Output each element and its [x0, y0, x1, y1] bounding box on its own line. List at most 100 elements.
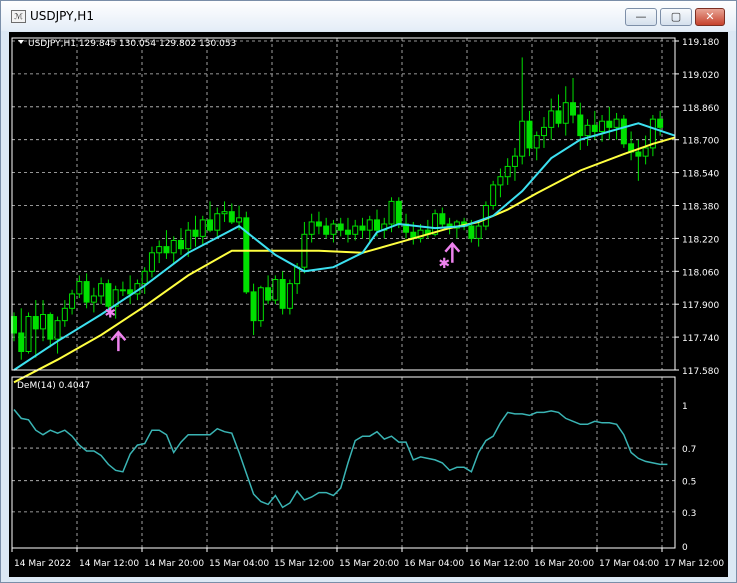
candle-body [599, 120, 606, 132]
candle-body [236, 217, 243, 223]
candle-body [591, 124, 598, 132]
candle-body [47, 313, 54, 340]
candle-body [490, 184, 497, 206]
title-bar[interactable]: ℳ USDJPY,H1 — ▢ ✕ [1, 1, 736, 31]
price-y-tick-label: 117.740 [682, 334, 719, 344]
x-tick-label: 16 Mar 20:00 [534, 559, 594, 569]
buy-arrow-icon [110, 330, 127, 352]
candle-body [323, 225, 330, 235]
candle-body [519, 120, 526, 157]
candle-body [613, 118, 620, 128]
price-y-tick-label: 119.020 [682, 71, 719, 81]
fast-ma-line [13, 122, 676, 371]
price-y-tick-label: 118.380 [682, 203, 719, 213]
price-y-tick-label: 119.180 [682, 38, 719, 48]
window-title: USDJPY,H1 [30, 9, 94, 23]
price-y-tick-label: 118.860 [682, 104, 719, 114]
signal-star: ✱ [104, 305, 116, 321]
candle-body [279, 279, 286, 309]
candle-body [18, 332, 25, 352]
candle-body [119, 289, 126, 292]
candle-body [25, 316, 32, 352]
candle-body [250, 291, 257, 322]
candle-body [475, 225, 482, 239]
candle-body [337, 223, 344, 231]
chart-menu-arrow-icon[interactable] [18, 40, 24, 44]
dem-y-tick-label: 0.7 [682, 445, 696, 455]
close-button[interactable]: ✕ [695, 8, 725, 26]
candle-body [228, 211, 235, 223]
x-tick-label: 15 Mar 20:00 [339, 559, 399, 569]
candle-body [257, 287, 264, 322]
candle-body [352, 225, 359, 235]
candle-body [555, 110, 562, 124]
candle-body [156, 246, 163, 254]
candle-body [294, 266, 301, 285]
x-tick-label: 17 Mar 04:00 [599, 559, 659, 569]
demarker-indicator [13, 409, 668, 509]
candle-body [504, 165, 511, 178]
candle-body [148, 252, 155, 272]
candle-body [497, 176, 504, 186]
candle-body [214, 213, 221, 231]
candle-body [584, 124, 591, 137]
candle-body [308, 221, 315, 235]
candle-body [243, 217, 250, 293]
chart-area[interactable]: ✱ ✱ 119.180 119.020 118.860 118.700 118.540 11… [9, 32, 728, 577]
candle-body [185, 229, 192, 250]
price-chart-header: USDJPY,H1 129.845 130.054 129.802 130.05… [28, 39, 236, 49]
dem-y-tick-label: 0 [682, 543, 688, 553]
candle-body [374, 219, 380, 231]
candle-body [395, 200, 402, 225]
candle-body [272, 279, 279, 301]
candle-body [199, 219, 206, 237]
candle-body [265, 287, 272, 301]
candle-body [177, 239, 184, 250]
candle-body [61, 307, 68, 322]
price-y-tick-label: 118.060 [682, 268, 719, 278]
candle-body [562, 102, 569, 124]
candle-body [606, 120, 613, 128]
candle-body [511, 155, 518, 167]
candle-body [482, 205, 489, 227]
candle-body [286, 283, 293, 309]
x-tick-label: 14 Mar 20:00 [144, 559, 204, 569]
app-icon[interactable]: ℳ [11, 10, 26, 23]
candle-body [577, 114, 584, 137]
candle-body [105, 283, 112, 307]
minimize-button[interactable]: — [625, 8, 657, 26]
candle-body [83, 281, 90, 303]
x-tick-label: 14 Mar 2022 [14, 559, 71, 569]
candle-body [330, 223, 337, 235]
x-tick-label: 17 Mar 12:00 [664, 559, 724, 569]
moving-averages [13, 122, 676, 384]
x-tick-label: 15 Mar 12:00 [274, 559, 334, 569]
candle-body [570, 102, 577, 116]
chart-canvas[interactable]: ✱✱ 119.180119.020118.860118.700118.54011… [9, 32, 728, 577]
candle-body [192, 229, 199, 237]
candle-body [69, 293, 76, 309]
dem-pane-border [11, 376, 676, 549]
candle-body [90, 295, 97, 303]
dem-line [13, 409, 668, 509]
dem-y-tick-label: 0.5 [682, 478, 696, 488]
candle-body [635, 151, 642, 157]
candle-body [170, 239, 177, 254]
price-y-tick-label: 117.580 [682, 367, 719, 377]
candle-body [359, 225, 366, 231]
candle-body [548, 110, 555, 128]
candle-body [221, 211, 228, 215]
x-tick-label: 15 Mar 04:00 [209, 559, 269, 569]
candle-body [141, 270, 148, 285]
x-tick-label: 16 Mar 04:00 [404, 559, 464, 569]
candle-body [32, 316, 39, 330]
candle-body [40, 313, 47, 330]
x-tick-label: 14 Mar 12:00 [79, 559, 139, 569]
candle-body [163, 246, 170, 254]
candle-body [54, 320, 61, 340]
dem-y-tick-label: 0.3 [682, 509, 696, 519]
candle-body [642, 147, 649, 157]
maximize-button[interactable]: ▢ [660, 8, 692, 26]
candle-body [76, 281, 83, 295]
candle-body [620, 118, 627, 145]
